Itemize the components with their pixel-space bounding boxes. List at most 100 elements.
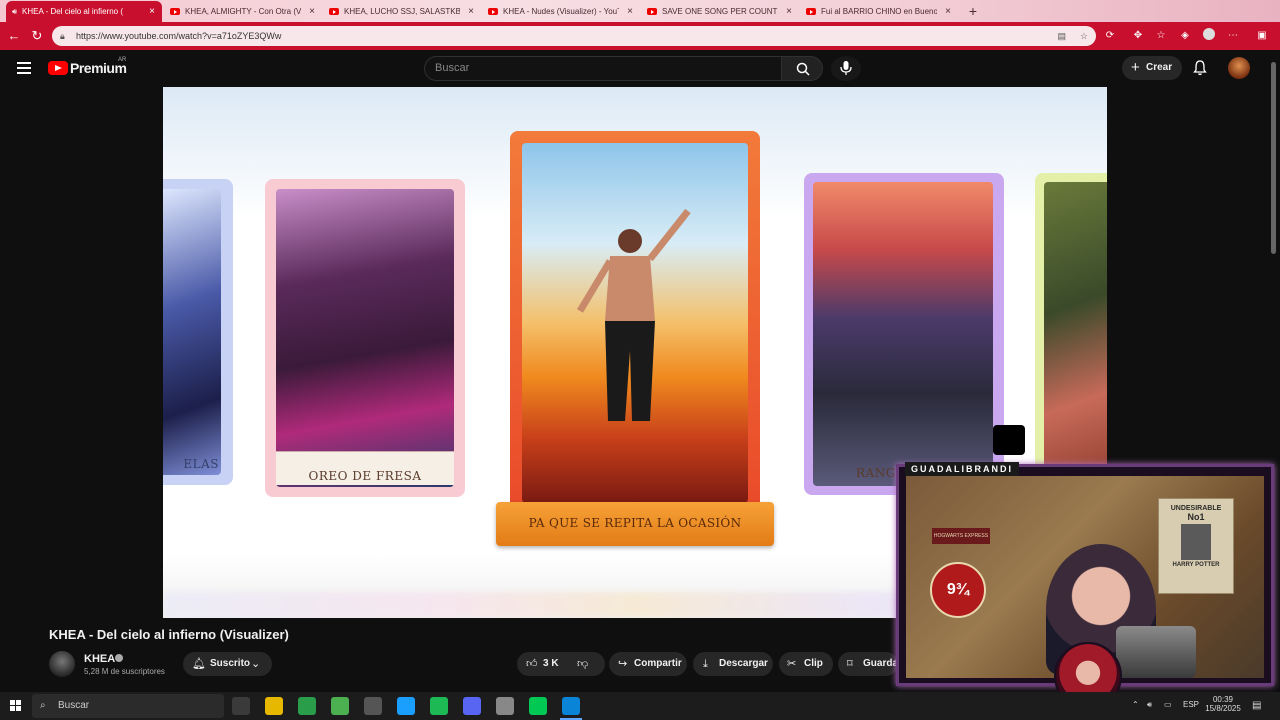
create-label: Crear	[1146, 62, 1173, 73]
youtube-logo-icon[interactable]	[48, 61, 68, 75]
poster-number: No1	[1187, 512, 1205, 522]
sidebar-icon[interactable]: ▣	[1254, 28, 1270, 44]
close-tab-icon[interactable]: ×	[146, 6, 158, 17]
url-field[interactable]: 🔒︎ https://www.youtube.com/watch?v=a71oZ…	[52, 26, 1096, 46]
tarot-card: ELAS	[163, 179, 233, 485]
channel-avatar[interactable]	[49, 651, 75, 677]
close-tab-icon[interactable]: ×	[465, 6, 477, 17]
like-count[interactable]: 3 K	[543, 658, 559, 669]
voice-search-button[interactable]	[831, 56, 861, 81]
language-indicator[interactable]: ESP	[1183, 700, 1199, 709]
like-icon[interactable]: 👍︎	[526, 652, 538, 676]
download-button[interactable]: ⤓ Descargar	[693, 652, 773, 676]
back-icon[interactable]: ←	[6, 28, 22, 44]
browser-tab[interactable]: Fui al BARRIO CHINO en Buenos ×	[800, 1, 958, 22]
spotify-icon[interactable]	[430, 697, 448, 715]
obs-icon[interactable]	[496, 697, 514, 715]
browser-tab[interactable]: KHEA, LUCHO SSJ, SALASTKBROK ×	[323, 1, 481, 22]
youtube-favicon-icon	[806, 8, 816, 15]
browser-tab-active[interactable]: 🔊︎ KHEA - Del cielo al infierno ( ×	[6, 1, 162, 22]
audio-icon: 🔊︎	[12, 6, 18, 16]
notifications-icon[interactable]: ▤	[1252, 700, 1261, 711]
verified-check-icon	[115, 654, 123, 662]
search-input[interactable]: Buscar	[424, 56, 782, 81]
youtube-header: Premium AR Buscar + Crear	[0, 50, 1280, 87]
channel-name[interactable]: KHEA	[84, 653, 115, 665]
search-icon: ⌕	[40, 700, 46, 711]
close-tab-icon[interactable]: ×	[783, 6, 795, 17]
streamer-name-label: GUADALIBRANDI	[905, 462, 1019, 476]
extension-icon[interactable]: ✥	[1130, 28, 1146, 44]
windows-taskbar: ⌕ Buscar ⌃ 🔊︎ ▭ ESP 00:39 15/8/2025 ▤	[0, 692, 1280, 720]
cursor-overlay	[993, 425, 1025, 455]
clock[interactable]: 00:39 15/8/2025	[1205, 695, 1241, 713]
user-avatar[interactable]	[1228, 57, 1250, 79]
subscribed-label: Suscrito	[210, 658, 251, 669]
browser-tab[interactable]: SAVE ONE SONG PER COUNTRY ×	[641, 1, 799, 22]
card-label: PA QUE SE REPITA LA OCASIÓN	[528, 516, 742, 530]
taskbar-search-placeholder: Buscar	[58, 700, 90, 711]
download-label: Descargar	[719, 658, 768, 669]
subscribed-button[interactable]: 🔔︎ Suscrito ⌄	[183, 652, 272, 676]
bookmark-star-icon[interactable]: ☆	[1080, 26, 1088, 46]
tarot-card: RANGE	[804, 173, 1004, 495]
subscriber-count: 5,28 M de suscriptores	[84, 667, 165, 676]
close-tab-icon[interactable]: ×	[942, 6, 954, 17]
kick-icon[interactable]	[529, 697, 547, 715]
notifications-bell-icon[interactable]	[1192, 60, 1208, 76]
refresh-extension-icon[interactable]: ⟳	[1102, 28, 1118, 44]
steam-icon[interactable]	[397, 697, 415, 715]
youtube-favicon-icon	[329, 8, 339, 15]
taskbar-app-icon[interactable]	[298, 697, 316, 715]
search-button[interactable]	[781, 56, 823, 81]
close-tab-icon[interactable]: ×	[624, 6, 636, 17]
card-label: OREO DE FRESA	[308, 469, 422, 483]
epic-games-icon[interactable]	[364, 697, 382, 715]
page-scrollbar[interactable]	[1271, 62, 1276, 254]
close-tab-icon[interactable]: ×	[306, 6, 318, 17]
file-explorer-icon[interactable]	[265, 697, 283, 715]
discord-icon[interactable]	[463, 697, 481, 715]
like-dislike-group: 👍︎ 3 K 👎︎	[517, 652, 605, 676]
hamburger-menu-icon[interactable]	[17, 62, 31, 74]
edge-browser-icon[interactable]	[562, 697, 580, 715]
tarot-card: OREO DE FRESA	[265, 179, 465, 497]
chevron-down-icon: ⌄	[251, 658, 261, 670]
taskbar-search-input[interactable]: ⌕ Buscar	[32, 694, 224, 718]
favorites-icon[interactable]: ☆	[1153, 28, 1169, 44]
share-button[interactable]: ↪ Compartir	[609, 652, 687, 676]
save-button[interactable]: ⌑ Guardar	[838, 652, 898, 676]
reload-icon[interactable]: ↻	[29, 28, 45, 44]
card-label: ELAS	[183, 457, 219, 471]
microphone-icon	[840, 61, 852, 75]
more-options-icon[interactable]: ⋯	[1225, 28, 1241, 44]
tarot-card	[1035, 173, 1107, 495]
tab-title: KHEA, ALMIGHTY - Con Otra (Visu	[185, 7, 301, 16]
xbox-icon[interactable]	[331, 697, 349, 715]
plus-icon: +	[1131, 59, 1140, 76]
browser-tab[interactable]: KHEA, ALMIGHTY - Con Otra (Visu ×	[164, 1, 322, 22]
shield-icon[interactable]: ◈	[1177, 28, 1193, 44]
site-info-icon[interactable]: 🔒︎	[60, 26, 65, 46]
microphone	[1116, 626, 1196, 678]
show-hidden-icons-icon[interactable]: ⌃	[1132, 700, 1139, 709]
hogwarts-sign: HOGWARTS EXPRESS	[932, 528, 990, 544]
tab-title: SAVE ONE SONG PER COUNTRY	[662, 7, 778, 16]
volume-icon[interactable]: 🔊︎	[1147, 700, 1152, 710]
create-button[interactable]: + Crear	[1122, 56, 1182, 80]
search-icon	[796, 62, 810, 76]
browser-tab[interactable]: KHEA - Nudes (Visualizer) - YouTu ×	[482, 1, 640, 22]
tarot-card-featured	[510, 131, 760, 513]
taskbar-app-icon[interactable]	[232, 697, 250, 715]
windows-start-icon[interactable]	[10, 700, 22, 712]
reader-mode-icon[interactable]: ▤	[1057, 26, 1066, 46]
tab-title: KHEA, LUCHO SSJ, SALASTKBROK	[344, 7, 460, 16]
clock-date: 15/8/2025	[1205, 704, 1241, 713]
dislike-icon[interactable]: 👎︎	[577, 652, 588, 676]
profile-icon[interactable]	[1201, 28, 1217, 44]
clip-button[interactable]: ✂ Clip	[779, 652, 833, 676]
network-icon[interactable]: ▭	[1164, 700, 1172, 709]
new-tab-button[interactable]: +	[964, 1, 982, 21]
share-label: Compartir	[634, 658, 682, 669]
bookmark-icon: ⌑	[847, 658, 853, 670]
